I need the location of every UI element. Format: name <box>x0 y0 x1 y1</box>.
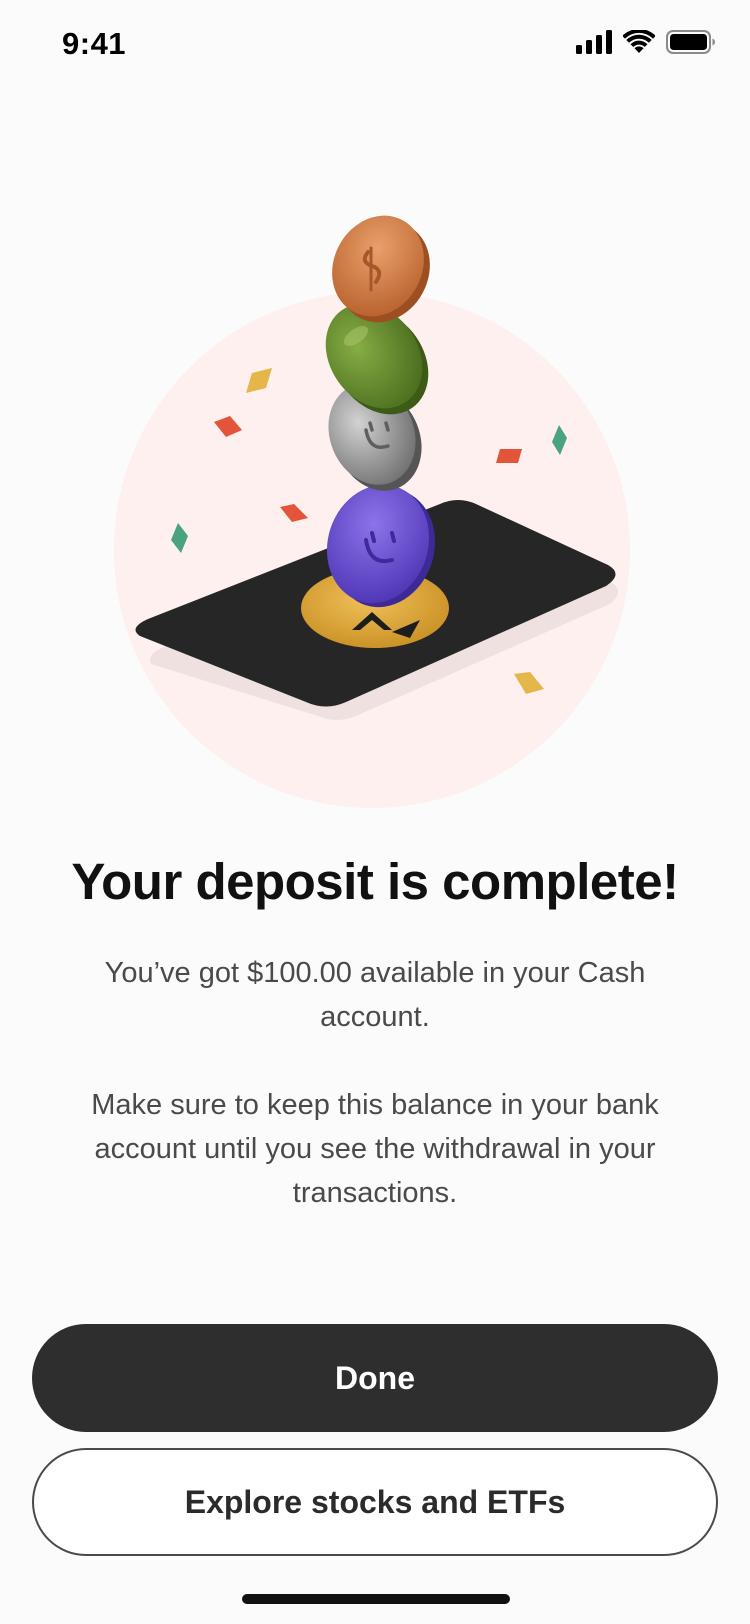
status-icons <box>576 30 716 54</box>
coin-stack-illustration <box>114 215 630 808</box>
explore-stocks-button[interactable]: Explore stocks and ETFs <box>32 1448 718 1556</box>
status-time: 9:41 <box>62 26 127 61</box>
battery-icon <box>666 30 715 54</box>
done-button[interactable]: Done <box>32 1324 718 1432</box>
status-bar: 9:41 <box>0 0 750 94</box>
balance-message: You’ve got $100.00 available in your Cas… <box>104 957 646 1033</box>
page-title: Your deposit is complete! <box>71 853 679 910</box>
confetti-red <box>496 449 522 463</box>
home-indicator[interactable] <box>242 1594 510 1604</box>
wifi-icon <box>623 30 655 53</box>
balance-instruction: Make sure to keep this balance in your b… <box>91 1089 659 1209</box>
cellular-signal-icon <box>576 30 612 54</box>
